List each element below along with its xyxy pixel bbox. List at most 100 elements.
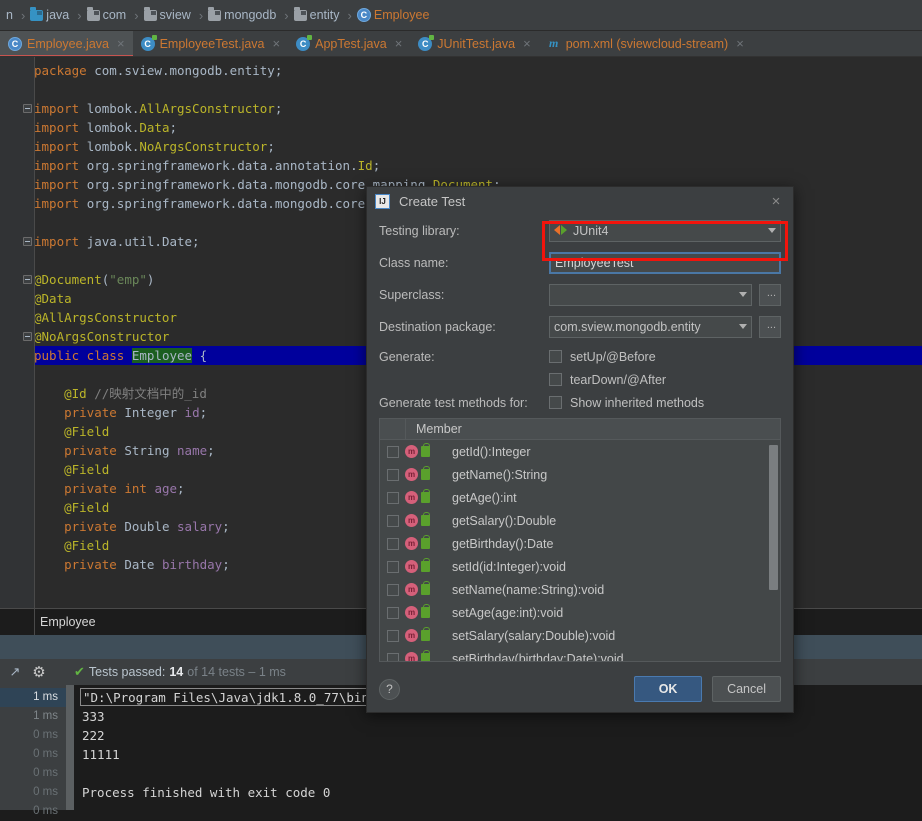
console-line: Process finished with exit code 0 bbox=[82, 785, 331, 800]
member-checkbox[interactable] bbox=[387, 560, 399, 573]
method-icon: m bbox=[405, 468, 418, 481]
member-list-header: Member bbox=[380, 419, 780, 440]
cancel-button[interactable]: Cancel bbox=[712, 676, 781, 702]
code-token: private bbox=[64, 481, 125, 496]
member-list-scrollbar[interactable] bbox=[769, 445, 778, 590]
test-time-row[interactable]: 0 ms bbox=[0, 783, 66, 802]
code-line: import lombok.Data; bbox=[34, 118, 922, 137]
test-time-scrollbar[interactable] bbox=[66, 685, 74, 810]
member-row[interactable]: m getSalary():Double bbox=[380, 509, 780, 532]
member-checkbox[interactable] bbox=[387, 445, 399, 458]
method-icon: m bbox=[405, 560, 418, 573]
member-row[interactable]: m setBirthday(birthday:Date):void bbox=[380, 647, 780, 661]
tab-employeetest[interactable]: C EmployeeTest.java × bbox=[133, 31, 289, 56]
folder-icon bbox=[143, 6, 157, 21]
member-row[interactable]: m getName():String bbox=[380, 463, 780, 486]
breadcrumb-item-com[interactable]: com bbox=[86, 0, 131, 30]
member-row[interactable]: m setId(id:Integer):void bbox=[380, 555, 780, 578]
code-token: import bbox=[34, 177, 87, 192]
fold-marker[interactable] bbox=[23, 237, 32, 246]
code-token: { bbox=[192, 348, 208, 363]
member-row[interactable]: m setSalary(salary:Double):void bbox=[380, 624, 780, 647]
breadcrumb-item-n[interactable]: n bbox=[2, 0, 17, 30]
test-time-row[interactable]: 0 ms bbox=[0, 745, 66, 764]
breadcrumb-item-java[interactable]: java bbox=[29, 0, 73, 30]
member-name: setSalary(salary:Double):void bbox=[452, 628, 616, 643]
member-list[interactable]: Member m getId():Integer m getName():String… bbox=[379, 418, 781, 662]
class-name-input[interactable]: EmployeeTest bbox=[549, 251, 781, 274]
breadcrumb-item-sview[interactable]: sview bbox=[143, 0, 195, 30]
breadcrumb-separator: › bbox=[77, 7, 82, 23]
member-checkbox[interactable] bbox=[387, 652, 399, 661]
test-time-row[interactable]: 1 ms bbox=[0, 707, 66, 726]
create-test-dialog[interactable]: IJ Create Test × Testing library: JUnit4… bbox=[366, 186, 794, 713]
breadcrumb-item-mongodb[interactable]: mongodb bbox=[207, 0, 280, 30]
code-token: NoArgsConstructor bbox=[139, 139, 268, 154]
close-icon[interactable]: × bbox=[117, 36, 125, 51]
test-time-row[interactable]: 0 ms bbox=[0, 802, 66, 821]
member-checkbox[interactable] bbox=[387, 583, 399, 596]
fold-marker[interactable] bbox=[23, 104, 32, 113]
show-inherited-checkbox[interactable] bbox=[549, 396, 562, 409]
fold-marker[interactable] bbox=[23, 275, 32, 284]
destination-package-label: Destination package: bbox=[379, 319, 496, 334]
intellij-icon: IJ bbox=[375, 194, 390, 209]
test-time-row[interactable]: 0 ms bbox=[0, 764, 66, 783]
help-button[interactable]: ? bbox=[379, 678, 400, 700]
generate-methods-row: Generate test methods for: Show inherite… bbox=[379, 391, 781, 414]
public-lock-icon bbox=[421, 581, 430, 595]
gear-icon[interactable]: ⚙ bbox=[30, 663, 48, 681]
member-checkbox[interactable] bbox=[387, 491, 399, 504]
test-summary-count: 14 bbox=[169, 665, 184, 679]
breadcrumb-separator: › bbox=[134, 7, 139, 23]
code-token: lombok. bbox=[86, 139, 140, 154]
ok-button[interactable]: OK bbox=[634, 676, 703, 702]
member-checkbox[interactable] bbox=[387, 629, 399, 642]
superclass-browse-button[interactable]: ... bbox=[759, 283, 781, 306]
show-inherited-label: Show inherited methods bbox=[570, 395, 705, 410]
breadcrumb-item-label: java bbox=[46, 8, 70, 22]
setup-before-checkbox[interactable] bbox=[549, 350, 562, 363]
tab-apptest[interactable]: C AppTest.java × bbox=[288, 31, 410, 56]
generate-methods-label: Generate test methods for: bbox=[379, 395, 528, 410]
member-rows[interactable]: m getId():Integer m getName():String m getAge… bbox=[380, 440, 780, 661]
code-token: ; bbox=[267, 139, 275, 154]
dialog-body: Testing library: JUnit4 Class name: Empl… bbox=[367, 216, 793, 662]
destination-package-combo[interactable]: com.sview.mongodb.entity bbox=[549, 315, 752, 338]
breadcrumb-item-employee[interactable]: C Employee bbox=[356, 0, 434, 30]
member-row[interactable]: m getAge():int bbox=[380, 486, 780, 509]
breadcrumb-separator: › bbox=[347, 7, 352, 23]
test-summary-suffix: of 14 tests – 1 ms bbox=[187, 665, 286, 679]
test-time-row[interactable]: 0 ms bbox=[0, 726, 66, 745]
tab-employee[interactable]: C Employee.java × bbox=[0, 31, 133, 56]
member-checkbox[interactable] bbox=[387, 468, 399, 481]
fold-marker[interactable] bbox=[23, 332, 32, 341]
member-row[interactable]: m getBirthday():Date bbox=[380, 532, 780, 555]
tab-pom[interactable]: m pom.xml (sviewcloud-stream) × bbox=[539, 31, 752, 56]
superclass-combo[interactable] bbox=[549, 283, 752, 306]
member-checkbox[interactable] bbox=[387, 514, 399, 527]
member-row[interactable]: m getId():Integer bbox=[380, 440, 780, 463]
code-token: String bbox=[124, 443, 178, 458]
destination-package-browse-button[interactable]: ... bbox=[759, 315, 781, 338]
teardown-after-checkbox[interactable] bbox=[549, 373, 562, 386]
editor-left-rule bbox=[34, 57, 35, 608]
code-token: import bbox=[34, 139, 87, 154]
member-checkbox[interactable] bbox=[387, 537, 399, 550]
close-icon[interactable]: × bbox=[523, 36, 531, 51]
close-icon[interactable]: × bbox=[736, 36, 744, 51]
code-token: ) bbox=[146, 272, 155, 287]
close-icon[interactable]: × bbox=[273, 36, 281, 51]
breadcrumb-item-entity[interactable]: entity bbox=[293, 0, 344, 30]
expand-icon[interactable]: ↗ bbox=[6, 663, 24, 681]
tab-label: pom.xml (sviewcloud-stream) bbox=[565, 36, 729, 51]
close-icon[interactable]: × bbox=[767, 193, 785, 211]
member-checkbox[interactable] bbox=[387, 606, 399, 619]
member-row[interactable]: m setName(name:String):void bbox=[380, 578, 780, 601]
member-row[interactable]: m setAge(age:int):void bbox=[380, 601, 780, 624]
testing-library-combo[interactable]: JUnit4 bbox=[549, 219, 781, 242]
tab-junittest[interactable]: C JUnitTest.java × bbox=[410, 31, 538, 56]
test-time-row[interactable]: 1 ms bbox=[0, 688, 66, 707]
close-icon[interactable]: × bbox=[395, 36, 403, 51]
